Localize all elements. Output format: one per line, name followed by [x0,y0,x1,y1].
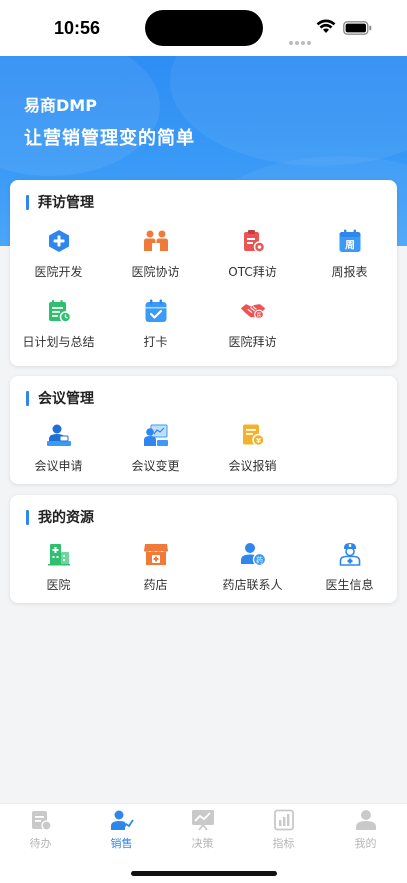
hospital-development-button[interactable]: 医院开发 [10,228,107,288]
meeting-reimburse-icon: ¥ [240,422,266,448]
item-label: 医院拜访 [228,335,277,349]
item-label: 医院开发 [34,265,83,279]
hospital-co-visit-button[interactable]: 医院协访 [107,228,204,288]
section-header: 会议管理 [26,390,94,407]
section-header: 我的资源 [26,509,94,526]
section-header: 拜访管理 [26,194,94,211]
meeting-change-icon [143,422,169,448]
signal-dots-icon [289,30,313,49]
item-label: 医院协访 [131,265,180,279]
tab-decision[interactable]: 决策 [162,808,243,852]
section-title: 我的资源 [38,510,94,526]
app-slogan: 让营销管理变的简单 [24,128,195,149]
otc-visit-button[interactable]: OTC拜访 [204,228,301,288]
meeting-management-card: 会议管理 会议申请 会议变更 ¥ 会议报销 [10,376,397,484]
pharmacy-button[interactable]: 药店 [107,541,204,601]
home-indicator[interactable] [131,871,277,876]
item-label: 药店联系人 [222,578,283,592]
tab-label: 我的 [354,837,377,850]
doctor-icon [337,541,363,567]
visit-management-card: 拜访管理 医院开发 医院协访 OTC拜访 周 周报表 日计划与总结 打卡 医 医… [10,180,397,366]
sales-icon [110,808,134,832]
section-accent-bar [26,390,29,406]
weekly-calendar-icon: 周 [337,228,363,254]
item-label: 打卡 [143,335,168,349]
checkin-button[interactable]: 打卡 [107,298,204,358]
pharmacy-contact-button[interactable]: 药 药店联系人 [204,541,301,601]
app-title: 易商DMP [24,96,97,115]
status-time: 10:56 [54,18,101,38]
pharmacy-contact-icon: 药 [240,541,266,567]
handshake-icon: 医 [240,298,266,324]
meeting-apply-button[interactable]: 会议申请 [10,422,107,482]
metrics-icon [272,808,296,832]
my-resources-card: 我的资源 医院 药店 药 药店联系人 医生信息 [10,495,397,603]
todo-icon [29,808,53,832]
wifi-icon [316,19,336,38]
pharmacy-store-icon [143,541,169,567]
item-label: 医院 [46,578,71,592]
tab-todo[interactable]: 待办 [0,808,81,852]
section-accent-bar [26,509,29,525]
item-label: 会议变更 [131,459,180,473]
svg-text:药: 药 [256,556,263,565]
svg-text:¥: ¥ [256,437,261,445]
profile-icon [354,808,378,832]
tab-sales[interactable]: 销售 [81,808,162,852]
tab-label: 决策 [191,837,214,850]
hospital-button[interactable]: 医院 [10,541,107,601]
item-label: 药店 [143,578,168,592]
decision-icon [191,808,215,832]
meeting-change-button[interactable]: 会议变更 [107,422,204,482]
item-label: 会议申请 [34,459,83,473]
tab-profile[interactable]: 我的 [325,808,406,852]
battery-icon [343,20,373,39]
weekly-report-button[interactable]: 周 周报表 [301,228,398,288]
hospital-building-icon [46,541,72,567]
doctor-info-button[interactable]: 医生信息 [301,541,398,601]
meeting-reimburse-button[interactable]: ¥ 会议报销 [204,422,301,482]
svg-text:周: 周 [345,240,355,252]
checkin-calendar-icon [143,298,169,324]
tab-label: 销售 [110,837,133,850]
tab-label: 待办 [29,837,52,850]
daily-plan-button[interactable]: 日计划与总结 [10,298,107,358]
item-label: OTC拜访 [228,265,277,279]
hospital-visit-button[interactable]: 医 医院拜访 [204,298,301,358]
item-label: 日计划与总结 [22,335,95,349]
dynamic-island [145,10,263,46]
status-bar: 10:56 [0,0,407,56]
co-visit-icon [143,228,169,254]
hospital-plus-icon [46,228,72,254]
svg-text:医: 医 [256,312,261,319]
tab-label: 指标 [272,837,295,850]
tab-metrics[interactable]: 指标 [243,808,324,852]
item-label: 会议报销 [228,459,277,473]
section-title: 会议管理 [38,391,94,407]
section-title: 拜访管理 [38,195,94,211]
meeting-apply-icon [46,422,72,448]
otc-clipboard-icon [240,228,266,254]
daily-plan-icon [46,298,72,324]
section-accent-bar [26,194,29,210]
item-label: 医生信息 [325,578,374,592]
item-label: 周报表 [331,265,368,279]
